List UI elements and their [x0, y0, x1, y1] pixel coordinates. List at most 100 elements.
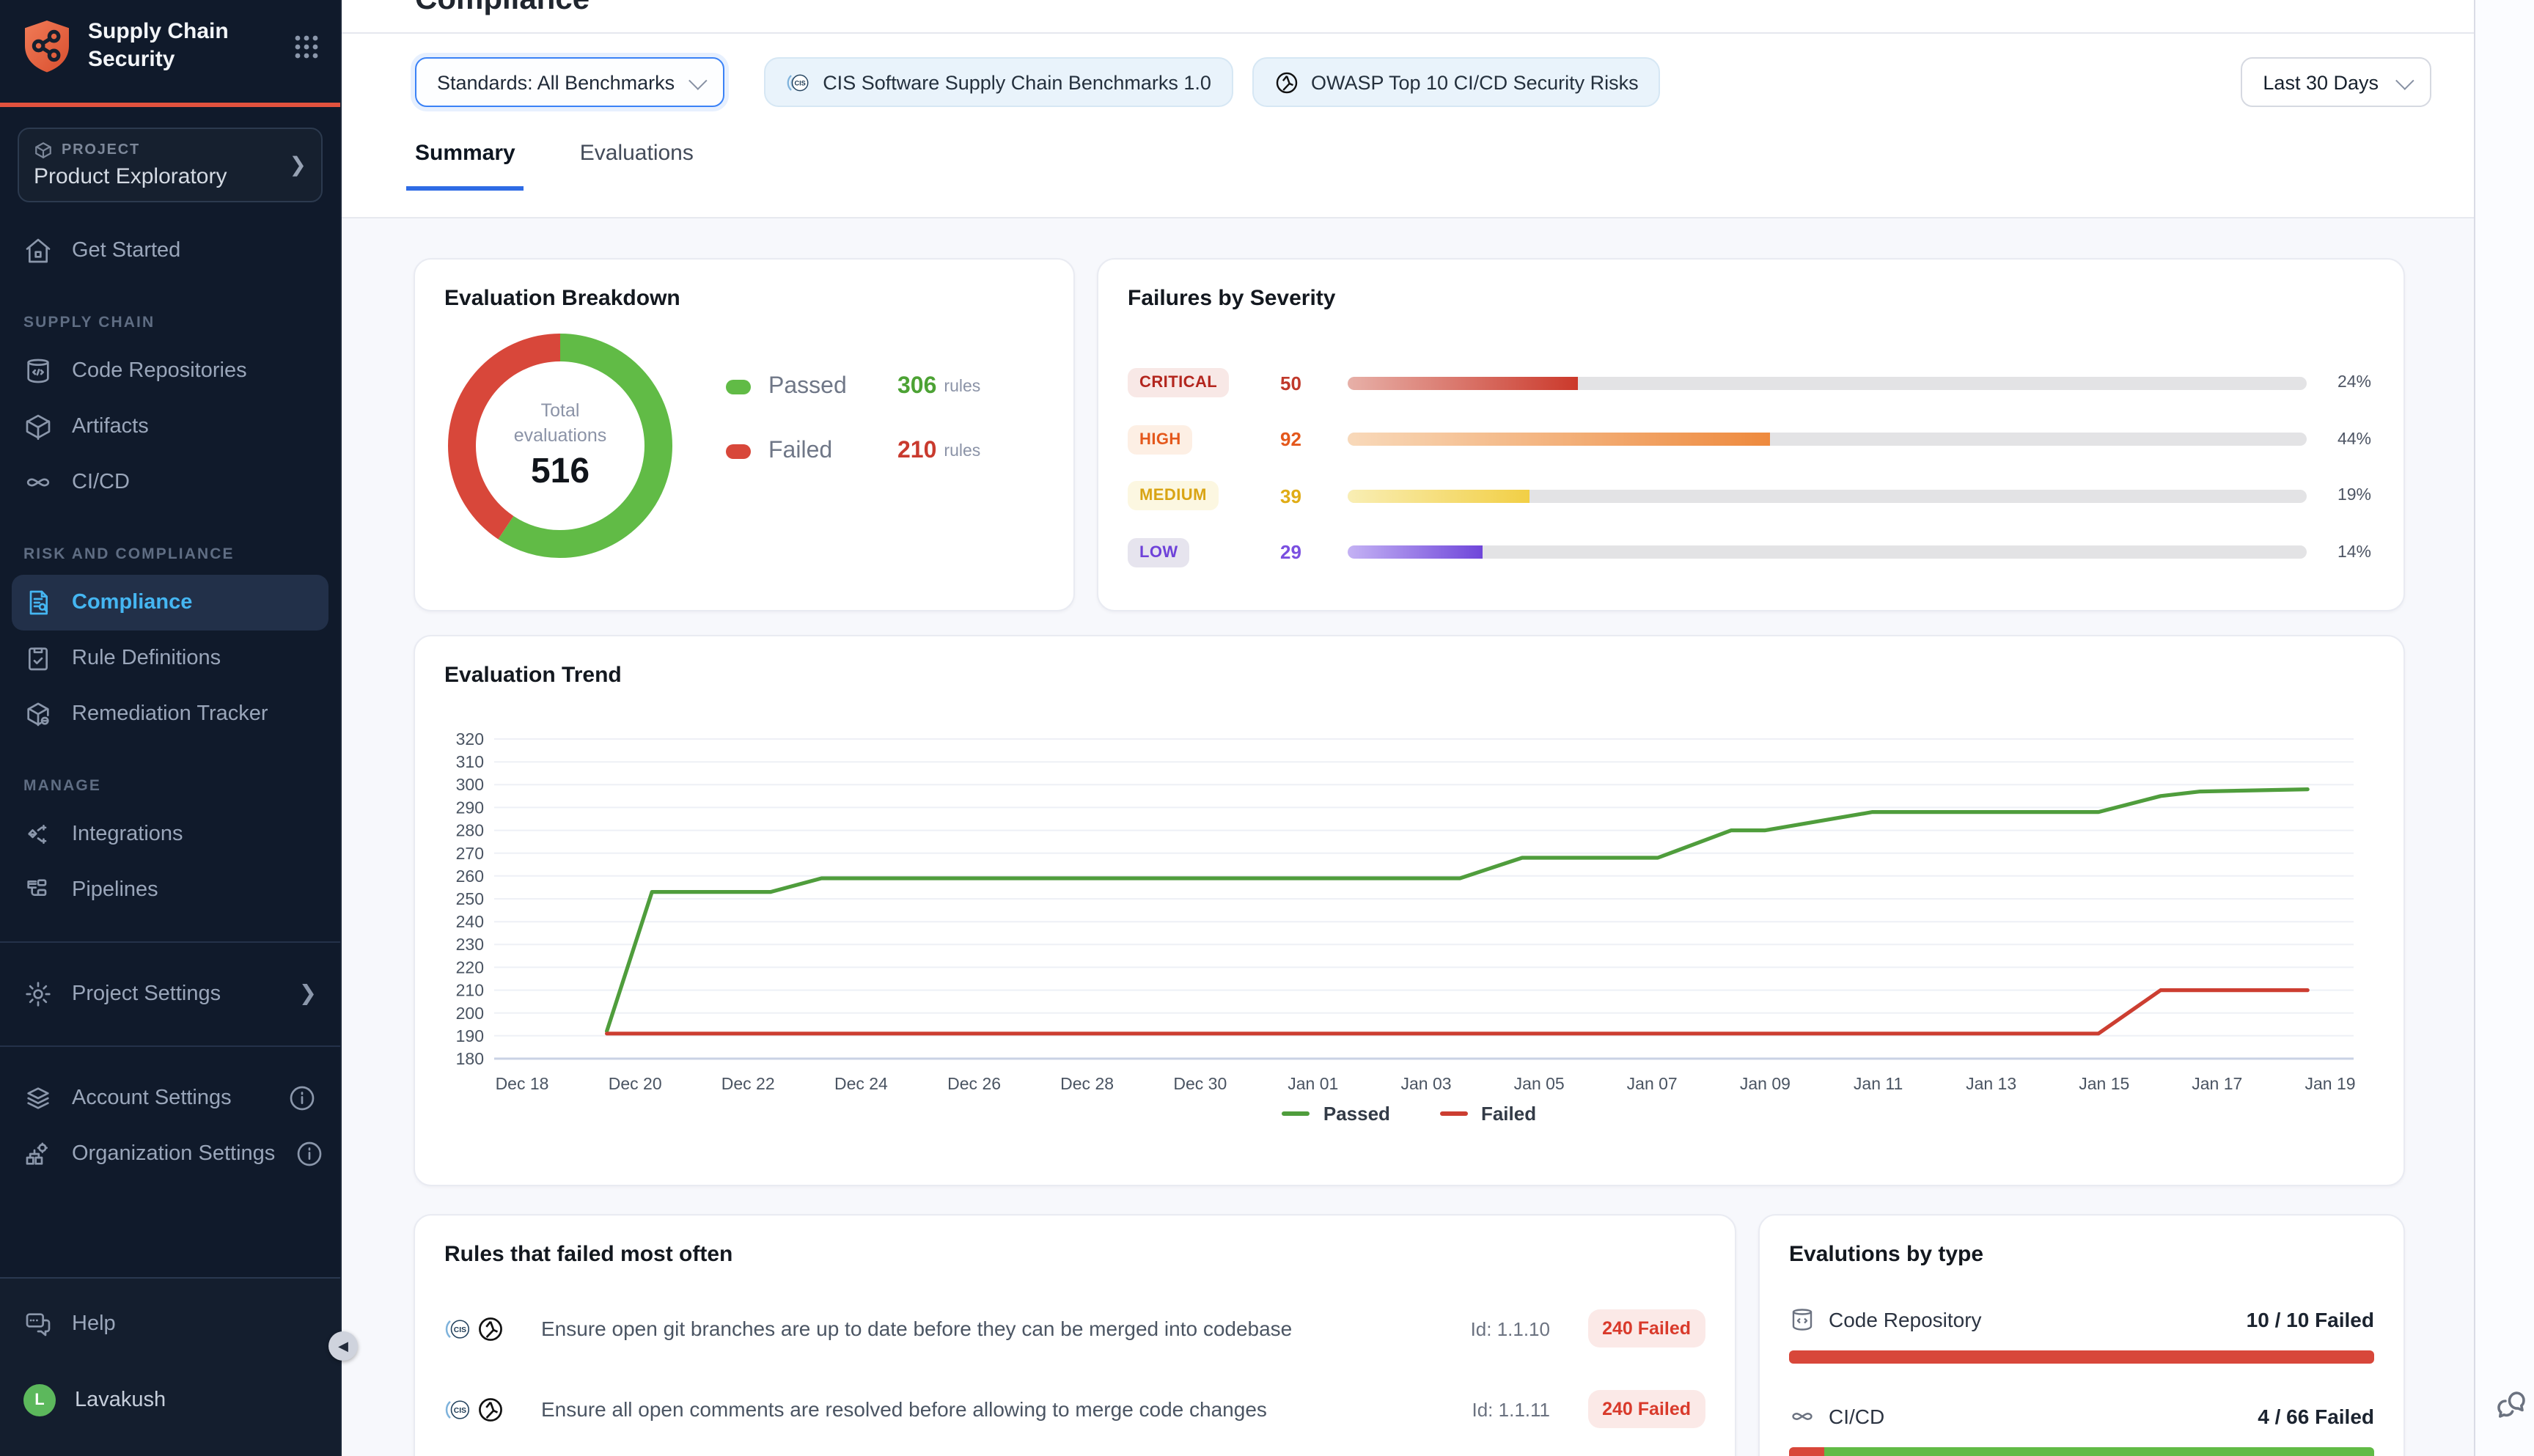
cis-icon: CIS	[444, 1395, 472, 1423]
sidebar-item-get-started[interactable]: Get Started	[0, 223, 340, 279]
card-title: Rules that failed most often	[444, 1242, 1705, 1267]
failed-line-swatch	[1440, 1111, 1468, 1116]
type-row-code-repository: Code Repository 10 / 10 Failed	[1789, 1306, 2374, 1364]
infinity-icon	[23, 468, 53, 497]
severity-badge: CRITICAL	[1128, 368, 1229, 397]
chat-widget-icon[interactable]	[2493, 1387, 2528, 1422]
severity-badge: MEDIUM	[1128, 481, 1219, 510]
svg-text:320: 320	[456, 729, 484, 749]
shield-logo-icon	[21, 18, 73, 76]
failed-segment	[1789, 1447, 1824, 1456]
svg-text:230: 230	[456, 935, 484, 954]
sidebar-item-rule-definitions[interactable]: Rule Definitions	[0, 630, 340, 686]
sidebar-item-project-settings[interactable]: Project Settings ❯	[0, 966, 340, 1022]
app-name: Supply ChainSecurity	[88, 20, 279, 75]
project-label: PROJECT	[62, 142, 140, 158]
svg-text:CIS: CIS	[454, 1406, 466, 1414]
sidebar-item-pipelines[interactable]: Pipelines	[0, 862, 340, 918]
severity-percent: 24%	[2337, 374, 2371, 391]
sidebar-item-label: Pipelines	[72, 878, 158, 902]
rules-failed-card: Rules that failed most often CIS Ensure …	[414, 1214, 1736, 1456]
divider	[342, 32, 2474, 34]
svg-text:250: 250	[456, 889, 484, 908]
sidebar-item-cicd[interactable]: CI/CD	[0, 455, 340, 510]
info-icon[interactable]	[287, 1084, 317, 1113]
severity-row: CRITICAL 50 24%	[1128, 365, 2371, 400]
svg-text:Jan 05: Jan 05	[1514, 1074, 1565, 1093]
tab-summary[interactable]: Summary	[406, 141, 524, 191]
benchmark-chip-cis[interactable]: CIS CIS Software Supply Chain Benchmarks…	[764, 57, 1233, 107]
passed-line-swatch	[1282, 1111, 1310, 1116]
sidebar-item-label: Help	[72, 1312, 116, 1336]
failed-count: 210	[897, 438, 936, 465]
legend-item-passed: Passed 306 rules	[726, 374, 980, 400]
project-selector[interactable]: PROJECT Product Exploratory ❯	[18, 128, 323, 202]
cube-icon	[23, 412, 53, 441]
sidebar-item-label: Organization Settings	[72, 1142, 275, 1166]
svg-text:Dec 24: Dec 24	[834, 1074, 888, 1093]
repo-icon	[23, 356, 53, 386]
rule-text: Ensure all open comments are resolved be…	[541, 1397, 1409, 1421]
tab-evaluations[interactable]: Evaluations	[580, 141, 694, 191]
severity-row: HIGH 92 44%	[1128, 422, 2371, 457]
sidebar-item-help[interactable]: Help	[0, 1296, 340, 1352]
info-icon[interactable]	[294, 1139, 323, 1169]
chevron-right-icon: ❯	[299, 982, 317, 1006]
cis-icon: CIS	[786, 70, 811, 95]
breakdown-legend: Passed 306 rules Failed 210 rules	[726, 374, 980, 503]
sidebar-item-label: Artifacts	[72, 415, 149, 438]
scroll-gutter[interactable]	[2474, 0, 2534, 1456]
divider	[0, 1045, 340, 1047]
doc-search-icon	[23, 588, 53, 617]
sidebar-collapse-button[interactable]: ◀	[328, 1331, 358, 1361]
summary-content: Evaluation Breakdown Totalevaluations 51…	[342, 217, 2474, 1456]
svg-text:190: 190	[456, 1026, 484, 1045]
rule-id: Id: 1.1.10	[1471, 1317, 1550, 1339]
type-value: 10 / 10 Failed	[2247, 1308, 2374, 1331]
svg-text:Jan 19: Jan 19	[2305, 1074, 2355, 1093]
svg-text:260: 260	[456, 867, 484, 886]
section-label-supply-chain: SUPPLY CHAIN	[0, 314, 340, 331]
svg-text:280: 280	[456, 821, 484, 840]
failed-count-badge: 240 Failed	[1587, 1309, 1705, 1347]
clipboard-check-icon	[23, 644, 53, 673]
svg-text:240: 240	[456, 912, 484, 931]
standards-filter-dropdown[interactable]: Standards: All Benchmarks	[415, 57, 724, 107]
severity-percent: 14%	[2337, 543, 2371, 561]
svg-text:Dec 26: Dec 26	[947, 1074, 1001, 1093]
donut-center-label: Totalevaluations	[514, 399, 607, 449]
svg-text:Dec 28: Dec 28	[1060, 1074, 1114, 1093]
rule-row[interactable]: CIS Ensure open git branches are up to d…	[444, 1309, 1705, 1347]
divider	[0, 941, 340, 943]
passed-segment	[1824, 1447, 2374, 1456]
svg-text:Jan 01: Jan 01	[1288, 1074, 1338, 1093]
repo-icon	[1789, 1306, 1815, 1333]
sidebar-item-code-repositories[interactable]: Code Repositories	[0, 343, 340, 399]
sidebar-item-organization-settings[interactable]: Organization Settings	[0, 1126, 340, 1182]
project-name: Product Exploratory	[34, 164, 290, 189]
sidebar-item-artifacts[interactable]: Artifacts	[0, 399, 340, 455]
chip-label: OWASP Top 10 CI/CD Security Risks	[1311, 71, 1639, 93]
severity-count: 92	[1280, 428, 1348, 450]
rule-row[interactable]: CIS Ensure all open comments are resolve…	[444, 1390, 1705, 1428]
date-range-dropdown[interactable]: Last 30 Days	[2241, 57, 2431, 107]
pipeline-icon	[23, 875, 53, 905]
apps-grid-icon[interactable]	[293, 34, 320, 60]
sidebar-item-label: Compliance	[72, 591, 192, 614]
sidebar-item-integrations[interactable]: Integrations	[0, 806, 340, 862]
sidebar-item-compliance[interactable]: Compliance	[12, 575, 328, 630]
sidebar-item-remediation-tracker[interactable]: Remediation Tracker	[0, 686, 340, 742]
sidebar-item-account-settings[interactable]: Account Settings	[0, 1070, 340, 1126]
sidebar-user[interactable]: L Lavakush	[0, 1372, 340, 1428]
main-area: Compliance Standards: All Benchmarks CIS…	[342, 0, 2474, 1456]
svg-text:CIS: CIS	[454, 1326, 466, 1334]
svg-text:Dec 22: Dec 22	[721, 1074, 775, 1093]
svg-text:Dec 30: Dec 30	[1173, 1074, 1227, 1093]
infinity-icon	[1789, 1403, 1815, 1430]
benchmark-chip-owasp[interactable]: OWASP Top 10 CI/CD Security Risks	[1252, 57, 1661, 107]
total-evaluations-value: 516	[531, 452, 590, 493]
card-title: Evaluation Breakdown	[444, 286, 1044, 311]
svg-text:Dec 18: Dec 18	[496, 1074, 549, 1093]
severity-percent: 44%	[2337, 430, 2371, 448]
sidebar: Supply ChainSecurity PROJECT Product Exp…	[0, 0, 342, 1456]
